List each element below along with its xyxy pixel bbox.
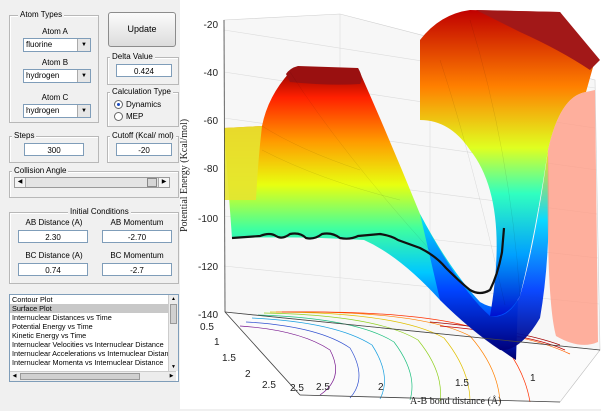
- atom-c-value: hydrogen: [26, 106, 60, 115]
- radio-unselected-icon: [114, 112, 123, 122]
- z-tick: -60: [204, 116, 219, 127]
- calculation-type-panel: Calculation Type: [107, 87, 179, 127]
- atom-b-select[interactable]: hydrogen ▼: [23, 69, 91, 83]
- bc-momentum-input[interactable]: -2.7: [102, 263, 172, 276]
- x-axis-label: A-B bond distance (Å): [410, 395, 501, 407]
- list-item[interactable]: Internuclear Distances vs Time: [10, 313, 178, 322]
- scroll-thumb[interactable]: [170, 304, 177, 324]
- atom-c-select[interactable]: hydrogen ▼: [23, 104, 91, 118]
- z-axis-label: Potential Energy (Kcal/mol): [180, 119, 190, 232]
- bc-distance-input[interactable]: 0.74: [18, 263, 88, 276]
- atom-a-value: fluorine: [26, 40, 53, 49]
- y-tick: 1.5: [222, 353, 236, 364]
- atom-b-label: Atom B: [41, 58, 69, 67]
- x-tick: 2: [378, 382, 384, 393]
- delta-value-input[interactable]: 0.424: [116, 64, 172, 77]
- z-tick: -100: [198, 214, 218, 225]
- arrow-down-icon[interactable]: ▼: [169, 363, 178, 371]
- vertical-scrollbar[interactable]: ▲ ▼: [168, 295, 178, 371]
- atom-types-title: Atom Types: [18, 10, 65, 19]
- z-tick: -80: [204, 164, 219, 175]
- list-item[interactable]: Potential Energy vs Time: [10, 322, 178, 331]
- atom-c-label: Atom C: [41, 93, 69, 102]
- atom-a-select[interactable]: fluorine ▼: [23, 38, 91, 52]
- list-item[interactable]: Internuclear Velocities vs Internuclear …: [10, 340, 178, 349]
- arrow-left-icon[interactable]: ◀: [15, 178, 26, 187]
- list-item[interactable]: Internuclear Momenta vs Internuclear Dis…: [10, 358, 178, 367]
- slider-thumb[interactable]: [147, 178, 157, 187]
- energy-surface-tail: [224, 126, 262, 200]
- collision-angle-slider[interactable]: ◀ ▶: [14, 177, 170, 188]
- z-tick-labels: -20 -40 -60 -80 -100 -120 -140: [198, 20, 218, 321]
- steps-input[interactable]: 300: [24, 143, 84, 156]
- steps-title: Steps: [12, 131, 37, 140]
- y-tick: 2: [245, 369, 251, 380]
- mep-radio[interactable]: MEP: [114, 112, 144, 122]
- list-item[interactable]: Contour Plot: [10, 295, 178, 304]
- arrow-right-icon[interactable]: ▶: [167, 372, 176, 381]
- calculation-type-title: Calculation Type: [110, 87, 173, 96]
- list-item-selected[interactable]: Surface Plot: [10, 304, 178, 313]
- arrow-up-icon[interactable]: ▲: [169, 295, 178, 303]
- x-tick: 1.5: [455, 378, 469, 389]
- ab-momentum-label: AB Momentum: [110, 218, 164, 227]
- ab-distance-label: AB Distance (A): [25, 218, 83, 227]
- y-tick: 0.5: [200, 322, 214, 333]
- x-tick: 2.5: [316, 382, 330, 393]
- dynamics-radio[interactable]: Dynamics: [114, 100, 162, 110]
- bc-distance-label: BC Distance (A): [25, 251, 83, 260]
- chevron-down-icon: ▼: [77, 39, 90, 51]
- energy-surface-plateau: [286, 66, 362, 85]
- collision-angle-title: Collision Angle: [12, 166, 69, 175]
- z-tick: -20: [204, 20, 219, 31]
- chevron-down-icon: ▼: [77, 70, 90, 82]
- x-tick: 1: [530, 373, 536, 384]
- mep-label: MEP: [126, 112, 144, 121]
- atom-a-label: Atom A: [42, 27, 68, 36]
- radio-selected-icon: [114, 100, 123, 110]
- z-tick: -120: [198, 262, 218, 273]
- scroll-thumb[interactable]: [20, 373, 140, 380]
- list-item[interactable]: Kinetic Energy vs Time: [10, 331, 178, 340]
- list-item[interactable]: Internuclear Accelerations vs Internucle…: [10, 349, 178, 358]
- z-tick: -140: [198, 310, 218, 321]
- plot-type-list[interactable]: Contour Plot Surface Plot Internuclear D…: [9, 294, 179, 382]
- delta-value-title: Delta Value: [110, 52, 155, 61]
- cutoff-input[interactable]: -20: [116, 143, 172, 156]
- chevron-down-icon: ▼: [77, 105, 90, 117]
- dynamics-label: Dynamics: [126, 100, 162, 109]
- ab-distance-input[interactable]: 2.30: [18, 230, 88, 243]
- initial-conditions-title: Initial Conditions: [68, 207, 131, 216]
- update-button[interactable]: Update: [108, 12, 176, 47]
- x-tick: 2.5: [290, 383, 304, 394]
- z-tick: -40: [204, 68, 219, 79]
- y-tick: 2.5: [262, 380, 276, 391]
- horizontal-scrollbar[interactable]: ◀ ▶: [10, 371, 176, 381]
- energy-surface-wall: [547, 90, 598, 345]
- surface-plot: -20 -40 -60 -80 -100 -120 -140 Potential…: [179, 10, 601, 407]
- arrow-left-icon[interactable]: ◀: [10, 372, 19, 381]
- cutoff-title: Cutoff (Kcal/ mol): [110, 131, 176, 140]
- arrow-right-icon[interactable]: ▶: [158, 178, 169, 187]
- surface-plot-area[interactable]: -20 -40 -60 -80 -100 -120 -140 Potential…: [179, 0, 601, 409]
- y-tick: 1: [214, 337, 220, 348]
- bc-momentum-label: BC Momentum: [110, 251, 164, 260]
- atom-b-value: hydrogen: [26, 71, 60, 80]
- ab-momentum-input[interactable]: -2.70: [102, 230, 172, 243]
